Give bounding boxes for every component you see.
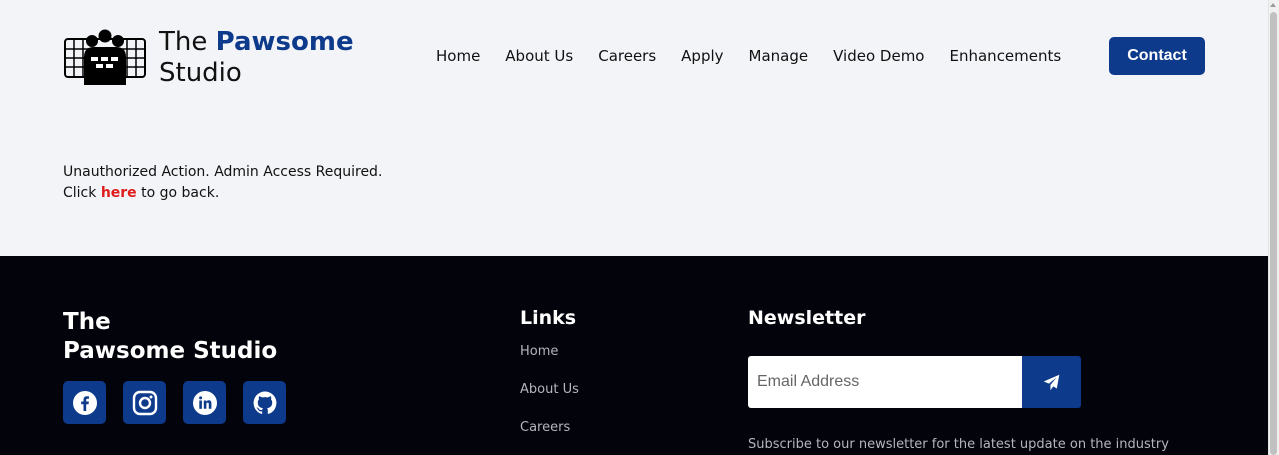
linkedin-link[interactable] [183, 381, 226, 424]
social-links [63, 381, 303, 424]
facebook-icon [72, 390, 97, 415]
subscribe-button[interactable] [1022, 356, 1081, 408]
contact-button[interactable]: Contact [1109, 37, 1205, 75]
brand-the: The [159, 27, 216, 57]
scroll-up-arrow-icon[interactable] [1270, 3, 1276, 7]
message-suffix: to go back. [136, 185, 220, 201]
nav-manage[interactable]: Manage [749, 46, 809, 66]
github-link[interactable] [243, 381, 286, 424]
message-prefix: Click [63, 185, 101, 201]
nav-home[interactable]: Home [436, 46, 480, 66]
footer-link-careers[interactable]: Careers [520, 419, 579, 437]
newsletter-description: Subscribe to our newsletter for the late… [748, 437, 1169, 452]
send-icon [1043, 374, 1060, 390]
instagram-link[interactable] [123, 381, 166, 424]
brand-name: The Pawsome Studio [159, 27, 354, 89]
brand-highlight: Pawsome [215, 27, 354, 57]
go-back-link[interactable]: here [101, 185, 137, 201]
footer-link-about-us[interactable]: About Us [520, 381, 579, 399]
footer-brand-line1: The [63, 309, 111, 335]
nav-enhancements[interactable]: Enhancements [950, 46, 1062, 66]
brand-studio: Studio [159, 58, 242, 88]
nav-careers[interactable]: Careers [598, 46, 656, 66]
nav-video-demo[interactable]: Video Demo [833, 46, 924, 66]
site-header: The Pawsome Studio Home About Us Careers… [0, 0, 1268, 256]
nav-apply[interactable]: Apply [681, 46, 723, 66]
footer-links: Home About Us Careers [520, 343, 579, 455]
logo[interactable]: The Pawsome Studio [64, 27, 354, 89]
facebook-link[interactable] [63, 381, 106, 424]
footer-link-home[interactable]: Home [520, 343, 579, 361]
linkedin-icon [192, 390, 217, 415]
footer-brand-line2: Pawsome Studio [63, 338, 278, 364]
scrollbar-thumb[interactable] [1270, 12, 1277, 455]
keyboard-paw-logo-icon [64, 29, 146, 85]
github-icon [253, 391, 276, 414]
instagram-icon [132, 390, 157, 415]
newsletter-heading: Newsletter [748, 307, 866, 329]
email-input[interactable] [748, 356, 1022, 408]
site-footer: The Pawsome Studio Links Home About Us C… [0, 256, 1268, 455]
message-back-line: Click here to go back. [63, 183, 382, 204]
footer-brand: The Pawsome Studio [63, 308, 277, 366]
message-text: Unauthorized Action. Admin Access Requir… [63, 164, 383, 180]
unauthorized-message: Unauthorized Action. Admin Access Requir… [63, 162, 382, 204]
links-heading: Links [520, 307, 577, 329]
nav-about-us[interactable]: About Us [505, 46, 573, 66]
main-nav: Home About Us Careers Apply Manage Video… [436, 46, 1086, 66]
